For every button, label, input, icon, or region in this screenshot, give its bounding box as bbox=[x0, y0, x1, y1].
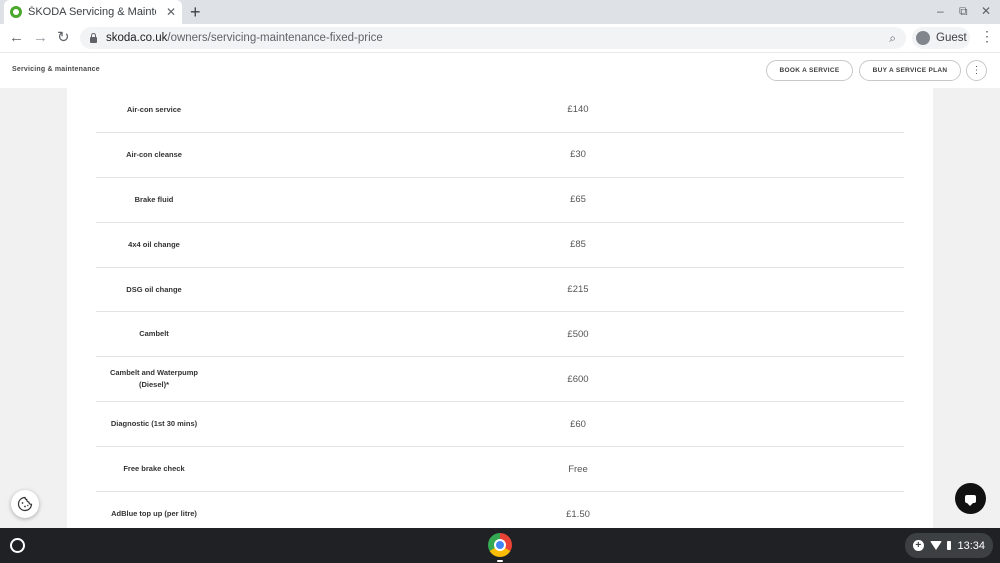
address-bar[interactable]: skoda.co.uk/owners/servicing-maintenance… bbox=[80, 27, 906, 49]
lock-icon bbox=[90, 32, 97, 43]
chrome-icon[interactable] bbox=[488, 533, 512, 557]
price-table: Air-con service £140 Air-con cleanse £30 Bra… bbox=[96, 88, 904, 537]
minimize-icon[interactable]: – bbox=[937, 4, 944, 18]
battery-icon bbox=[946, 541, 952, 550]
buy-service-plan-button[interactable]: BUY A SERVICE PLAN bbox=[859, 60, 961, 81]
back-arrow-icon[interactable]: ← bbox=[9, 29, 24, 47]
table-row: 4x4 oil change £85 bbox=[96, 223, 904, 268]
service-name: Cambelt bbox=[139, 329, 169, 339]
close-window-icon[interactable]: ✕ bbox=[981, 4, 991, 18]
profile-label: Guest bbox=[936, 32, 967, 44]
service-price: £140 bbox=[567, 104, 589, 116]
search-icon[interactable]: ⌕ bbox=[889, 31, 896, 46]
url-host: skoda.co.uk bbox=[106, 32, 168, 44]
tab-strip: ŠKODA Servicing & Maintenance ✕ + – ⧉ ✕ bbox=[0, 0, 1000, 24]
table-row: Brake fluid £65 bbox=[96, 178, 904, 223]
chat-icon bbox=[965, 494, 976, 506]
profile-button[interactable]: Guest bbox=[912, 27, 970, 49]
skoda-favicon-icon bbox=[10, 6, 22, 18]
chat-button[interactable] bbox=[955, 483, 986, 514]
service-price: £85 bbox=[570, 239, 586, 251]
service-name: Air-con service bbox=[126, 104, 182, 114]
service-price: £30 bbox=[570, 149, 586, 161]
add-icon: + bbox=[913, 540, 924, 551]
launcher-icon[interactable] bbox=[10, 538, 25, 553]
cookie-settings-button[interactable] bbox=[11, 490, 39, 518]
browser-toolbar: ← → ↻ skoda.co.uk/owners/servicing-maint… bbox=[0, 24, 1000, 52]
active-app-indicator bbox=[497, 560, 503, 562]
table-row: Cambelt and Waterpump (Diesel)* £600 bbox=[96, 357, 904, 403]
book-service-button[interactable]: BOOK A SERVICE bbox=[766, 60, 853, 81]
page-title: Servicing & maintenance bbox=[12, 66, 100, 73]
table-row: DSG oil change £215 bbox=[96, 268, 904, 313]
wifi-icon bbox=[929, 541, 942, 550]
cookie-icon bbox=[17, 496, 33, 512]
site-header: Servicing & maintenance BOOK A SERVICE B… bbox=[0, 52, 1000, 88]
forward-arrow-icon[interactable]: → bbox=[33, 29, 48, 47]
service-name: Cambelt and Waterpump (Diesel)* bbox=[109, 368, 199, 390]
table-row: Air-con cleanse £30 bbox=[96, 133, 904, 178]
service-price: £215 bbox=[567, 284, 589, 295]
service-price: £500 bbox=[567, 328, 589, 340]
url-text: skoda.co.uk/owners/servicing-maintenance… bbox=[106, 32, 383, 44]
tab-close-icon[interactable]: ✕ bbox=[166, 5, 176, 19]
service-name: Brake fluid bbox=[134, 194, 174, 204]
table-row: Air-con service £140 bbox=[96, 88, 904, 133]
service-price: £600 bbox=[567, 373, 589, 385]
browser-tab[interactable]: ŠKODA Servicing & Maintenance ✕ bbox=[4, 0, 182, 24]
browser-menu-icon[interactable]: ⋮ bbox=[980, 28, 994, 45]
service-name: Diagnostic (1st 30 mins) bbox=[110, 419, 198, 429]
status-tray[interactable]: + 13:34 bbox=[905, 533, 993, 558]
more-options-icon[interactable]: ⋮ bbox=[966, 60, 987, 81]
table-row: Cambelt £500 bbox=[96, 312, 904, 358]
new-tab-button[interactable]: + bbox=[190, 2, 201, 22]
avatar-icon bbox=[916, 31, 930, 45]
table-row: Free brake check Free bbox=[96, 447, 904, 493]
os-shelf: + 13:34 bbox=[0, 528, 1000, 563]
service-name: Air-con cleanse bbox=[126, 149, 182, 159]
tab-title: ŠKODA Servicing & Maintenance bbox=[28, 6, 156, 18]
service-name: 4x4 oil change bbox=[128, 239, 180, 249]
table-row: Diagnostic (1st 30 mins) £60 bbox=[96, 402, 904, 448]
service-price: £60 bbox=[570, 418, 586, 430]
url-path: /owners/servicing-maintenance-fixed-pric… bbox=[167, 32, 383, 44]
service-price: Free bbox=[568, 463, 588, 475]
service-name: Free brake check bbox=[123, 464, 185, 474]
reload-icon[interactable]: ↻ bbox=[57, 29, 70, 47]
clock: 13:34 bbox=[957, 539, 985, 552]
service-price: £65 bbox=[570, 194, 586, 206]
restore-icon[interactable]: ⧉ bbox=[959, 4, 968, 19]
service-name: DSG oil change bbox=[126, 284, 182, 294]
